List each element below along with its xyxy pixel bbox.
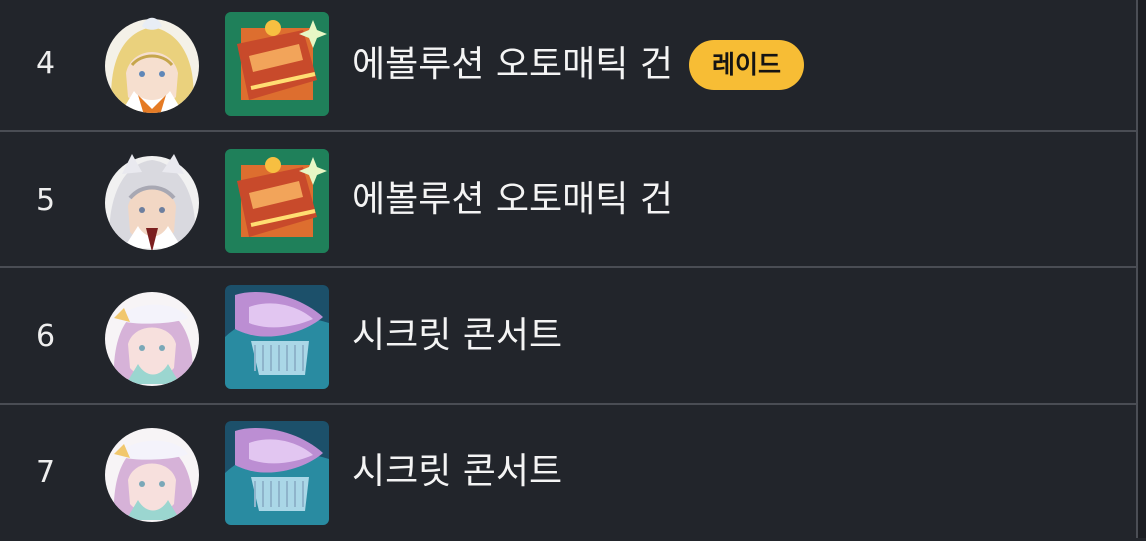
list-item[interactable]: 5 에볼루션 오토매틱 건 [0, 133, 1136, 269]
skill-name: 에볼루션 오토매틱 건 레이드 [352, 40, 804, 90]
rank-number: 4 [36, 46, 56, 81]
skill-name-label: 에볼루션 오토매틱 건 [352, 44, 673, 85]
rank-number: 5 [36, 183, 56, 218]
skill-name: 에볼루션 오토매틱 건 [352, 177, 673, 223]
skill-name: 시크릿 콘서트 [352, 449, 562, 495]
skill-name-label: 시크릿 콘서트 [352, 451, 563, 492]
row-divider [0, 266, 1136, 268]
evolution-automatic-gun-icon [225, 149, 329, 253]
skill-name-label: 시크릿 콘서트 [352, 315, 563, 356]
secret-concert-icon [225, 285, 329, 389]
rank-number: 6 [36, 319, 56, 354]
list-item[interactable]: 6 시크릿 콘서트 [0, 269, 1136, 405]
raid-badge: 레이드 [688, 40, 804, 90]
row-divider [0, 130, 1136, 132]
list-item[interactable]: 4 에볼루션 오토매틱 건 레이드 [0, 0, 1136, 132]
list-item[interactable]: 7 시크릿 콘서트 [0, 405, 1136, 541]
silver-hair-character-avatar [104, 148, 200, 252]
evolution-automatic-gun-icon [225, 12, 329, 116]
rank-number: 7 [36, 455, 56, 490]
secret-concert-icon [225, 421, 329, 525]
white-hat-character-avatar [104, 420, 200, 524]
ranking-list: 4 에볼루션 오토매틱 건 레이드 5 에볼루션 오토매틱 건 6 시크릿 콘서… [0, 0, 1136, 538]
blonde-hair-character-avatar [104, 11, 200, 115]
white-hat-character-avatar [104, 284, 200, 388]
scrollbar-track[interactable] [1136, 0, 1146, 538]
skill-name-label: 에볼루션 오토매틱 건 [352, 179, 673, 220]
skill-name: 시크릿 콘서트 [352, 313, 562, 359]
